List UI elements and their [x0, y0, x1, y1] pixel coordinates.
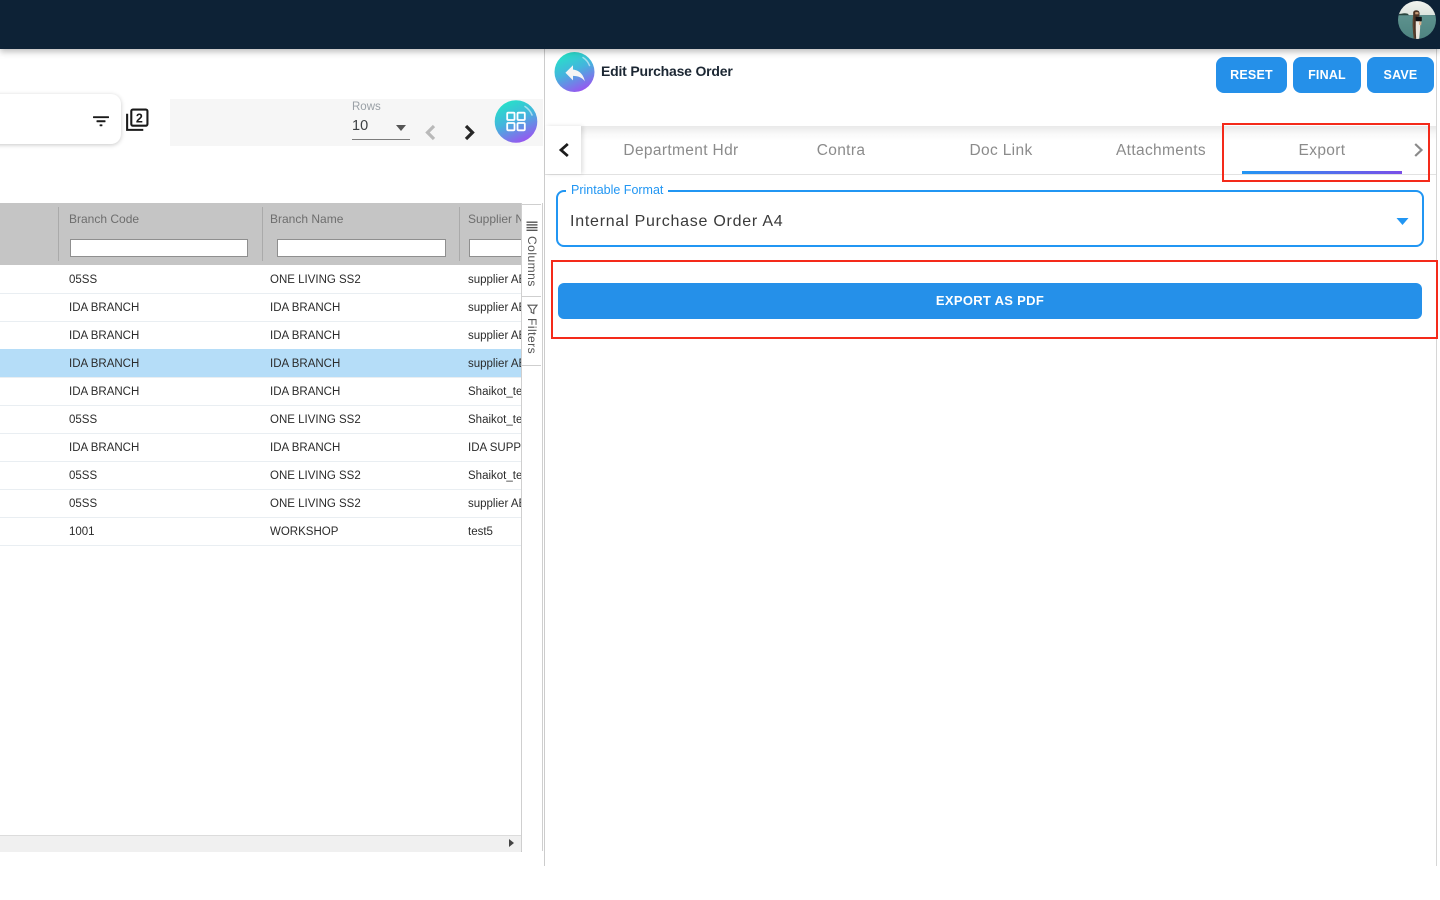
svg-text:2: 2	[136, 111, 143, 125]
